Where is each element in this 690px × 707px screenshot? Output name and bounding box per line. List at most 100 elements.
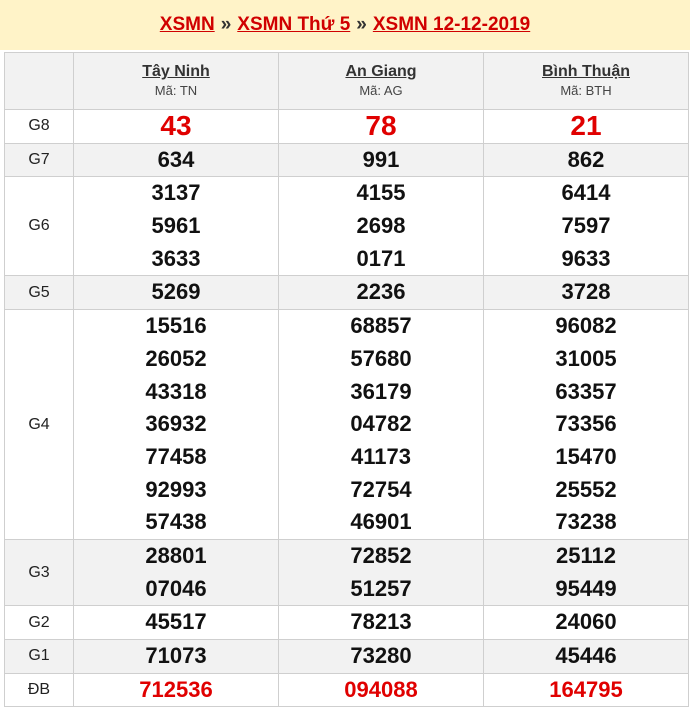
prize-cell: 45517 [73, 605, 279, 640]
prize-label: G5 [4, 275, 74, 311]
prize-number: 72754 [350, 476, 412, 502]
prize-number: 634 [157, 146, 195, 172]
breadcrumb-separator: » [220, 14, 232, 35]
prize-cell: 43 [73, 109, 279, 144]
breadcrumb-link-weekday[interactable]: XSMN Thứ 5 [237, 14, 350, 36]
province-code: Mã: AG [359, 83, 403, 98]
prize-row-g1: G1 71073 73280 45446 [4, 639, 689, 674]
prize-label: G7 [4, 142, 74, 178]
province-code: Mã: TN [154, 83, 198, 98]
prize-number: 3633 [151, 245, 201, 271]
prize-cell: 634 [73, 142, 279, 178]
prize-cell: 991 [278, 142, 484, 178]
prize-cell: 45446 [483, 639, 689, 674]
prize-number: 68857 [350, 313, 412, 339]
breadcrumb: XSMN » XSMN Thứ 5 » XSMN 12-12-2019 [0, 0, 690, 50]
prize-number: 72852 [350, 542, 412, 568]
prize-number: 9633 [561, 245, 611, 271]
prize-cell: 3137 5961 3633 [73, 176, 279, 277]
prize-number: 45517 [145, 609, 207, 635]
prize-number: 77458 [145, 443, 207, 469]
prize-cell: 25112 95449 [483, 538, 689, 607]
prize-number: 26052 [145, 345, 207, 371]
prize-number: 0171 [356, 245, 406, 271]
breadcrumb-link-date[interactable]: XSMN 12-12-2019 [373, 14, 530, 36]
province-code: Mã: BTH [560, 83, 612, 98]
prize-number: 63357 [555, 378, 617, 404]
prize-number: 31005 [555, 345, 617, 371]
province-header: Bình Thuận Mã: BTH [483, 52, 689, 110]
prize-row-g4: G4 15516 26052 43318 36932 77458 92993 57438 688… [4, 309, 689, 540]
breadcrumb-link-xsmn[interactable]: XSMN [160, 14, 215, 36]
prize-cell: 2236 [278, 275, 484, 311]
prize-label: G3 [4, 538, 74, 607]
prize-number: 6414 [561, 180, 611, 206]
prize-cell: 72852 51257 [278, 538, 484, 607]
prize-cell: 862 [483, 142, 689, 178]
prize-cell: 73280 [278, 639, 484, 674]
prize-number: 46901 [350, 509, 412, 535]
prize-row-g6: G6 3137 5961 3633 4155 2698 0171 6414 7597 9633 [4, 176, 689, 277]
results-table: Tây Ninh Mã: TN An Giang Mã: AG Bình Thu… [4, 52, 689, 707]
province-name[interactable]: Tây Ninh [74, 62, 278, 82]
prize-cell: 164795 [483, 672, 689, 707]
prize-cell: 28801 07046 [73, 538, 279, 607]
prize-cell: 71073 [73, 639, 279, 674]
prize-number: 21 [570, 110, 602, 141]
prize-label: G6 [4, 176, 74, 277]
breadcrumb-separator: » [356, 14, 367, 35]
prize-number: 3137 [151, 180, 201, 206]
prize-cell: 15516 26052 43318 36932 77458 92993 57438 [73, 309, 279, 540]
prize-number: 78213 [350, 609, 412, 635]
province-header: Tây Ninh Mã: TN [73, 52, 279, 110]
prize-cell: 4155 2698 0171 [278, 176, 484, 277]
prize-number: 5269 [151, 279, 201, 305]
prize-number: 96082 [555, 313, 617, 339]
prize-number: 57438 [145, 509, 207, 535]
prize-cell: 6414 7597 9633 [483, 176, 689, 277]
prize-cell: 78 [278, 109, 484, 144]
prize-number: 78 [365, 110, 397, 141]
prize-number: 73356 [555, 411, 617, 437]
prize-number: 2236 [356, 279, 406, 305]
prize-number: 92993 [145, 476, 207, 502]
prize-label: G2 [4, 605, 74, 640]
prize-row-g5: G5 5269 2236 3728 [4, 275, 689, 311]
prize-label: G4 [4, 309, 74, 540]
prize-number: 25552 [555, 476, 617, 502]
prize-number: 73280 [350, 643, 412, 668]
prize-cell: 5269 [73, 275, 279, 311]
prize-row-đb: ĐB 712536 094088 164795 [4, 672, 689, 707]
prize-number: 7597 [561, 213, 611, 239]
prize-number: 164795 [549, 676, 623, 702]
prize-number: 15516 [145, 313, 207, 339]
prize-number: 15470 [555, 443, 617, 469]
province-name[interactable]: Bình Thuận [484, 62, 688, 82]
prize-number: 04782 [350, 411, 412, 437]
prize-number: 41173 [351, 443, 411, 469]
prize-number: 094088 [344, 676, 418, 702]
prize-cell: 24060 [483, 605, 689, 640]
prize-label: G1 [4, 639, 74, 674]
prize-row-g3: G3 28801 07046 72852 51257 25112 95449 [4, 538, 689, 607]
prize-number: 25112 [556, 542, 616, 568]
prize-number: 24060 [555, 609, 617, 635]
prize-number: 5961 [151, 213, 201, 239]
prize-number: 28801 [145, 542, 207, 568]
prize-row-g2: G2 45517 78213 24060 [4, 605, 689, 640]
prize-cell: 3728 [483, 275, 689, 311]
prize-number: 73238 [555, 509, 617, 535]
prize-cell: 21 [483, 109, 689, 144]
province-header: An Giang Mã: AG [278, 52, 484, 110]
prize-cell: 78213 [278, 605, 484, 640]
prize-number: 36179 [350, 378, 412, 404]
province-name[interactable]: An Giang [279, 62, 483, 82]
prize-number: 3728 [561, 279, 611, 305]
prize-number: 4155 [356, 180, 406, 206]
prize-number: 2698 [356, 213, 406, 239]
corner-cell [4, 52, 74, 110]
prize-row-g7: G7 634 991 862 [4, 142, 689, 178]
prize-number: 712536 [139, 676, 213, 702]
prize-number: 36932 [145, 411, 207, 437]
prize-row-g8: G8 43 78 21 [4, 109, 689, 144]
